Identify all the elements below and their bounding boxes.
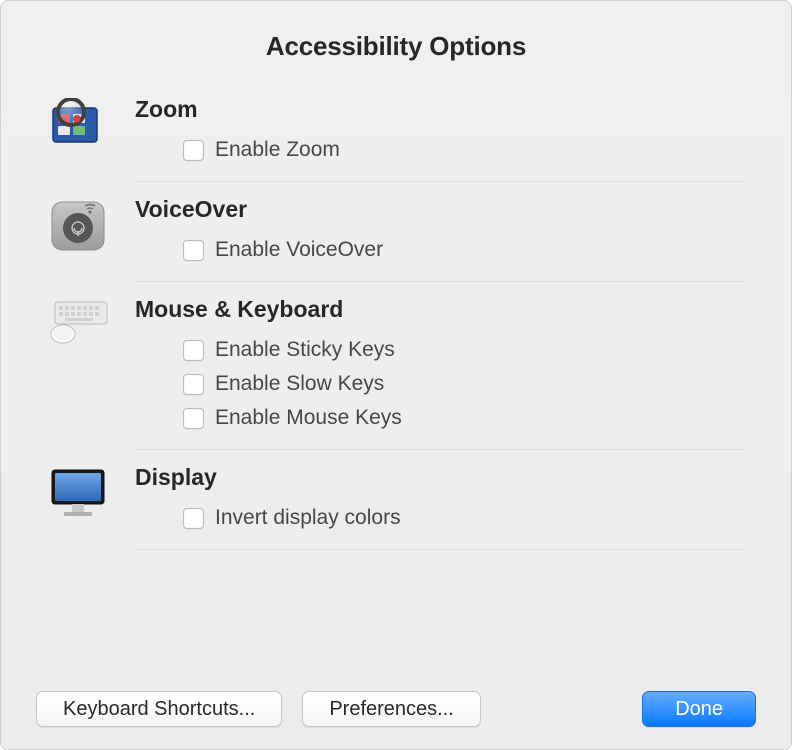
section-voiceover-title: VoiceOver bbox=[135, 196, 746, 223]
zoom-icon bbox=[46, 96, 110, 160]
label-enable-voiceover: Enable VoiceOver bbox=[215, 238, 383, 262]
option-invert-display-colors: Invert display colors bbox=[135, 501, 746, 535]
button-row: Keyboard Shortcuts... Preferences... Don… bbox=[36, 691, 756, 727]
checkbox-invert-display-colors[interactable] bbox=[183, 508, 204, 529]
dialog-title: Accessibility Options bbox=[46, 31, 746, 62]
section-mouse-keyboard: Mouse & Keyboard Enable Sticky Keys Enab… bbox=[46, 290, 746, 435]
display-icon bbox=[46, 464, 110, 528]
option-enable-sticky-keys: Enable Sticky Keys bbox=[135, 333, 746, 367]
divider bbox=[135, 181, 746, 182]
label-invert-display-colors: Invert display colors bbox=[215, 506, 401, 530]
label-enable-slow-keys: Enable Slow Keys bbox=[215, 372, 384, 396]
label-enable-zoom: Enable Zoom bbox=[215, 138, 340, 162]
section-display-title: Display bbox=[135, 464, 746, 491]
keyboard-shortcuts-button[interactable]: Keyboard Shortcuts... bbox=[36, 691, 282, 727]
section-display: Display Invert display colors bbox=[46, 458, 746, 535]
divider bbox=[135, 449, 746, 450]
section-zoom-title: Zoom bbox=[135, 96, 746, 123]
label-enable-sticky-keys: Enable Sticky Keys bbox=[215, 338, 395, 362]
divider bbox=[135, 281, 746, 282]
checkbox-enable-mouse-keys[interactable] bbox=[183, 408, 204, 429]
section-mouse-keyboard-title: Mouse & Keyboard bbox=[135, 296, 746, 323]
accessibility-options-dialog: Accessibility Options bbox=[0, 0, 792, 750]
option-enable-voiceover: Enable VoiceOver bbox=[135, 233, 746, 267]
divider bbox=[135, 549, 746, 550]
section-voiceover: VoiceOver Enable VoiceOver bbox=[46, 190, 746, 267]
section-zoom: Zoom Enable Zoom bbox=[46, 90, 746, 167]
option-enable-mouse-keys: Enable Mouse Keys bbox=[135, 401, 746, 435]
checkbox-enable-slow-keys[interactable] bbox=[183, 374, 204, 395]
option-enable-slow-keys: Enable Slow Keys bbox=[135, 367, 746, 401]
label-enable-mouse-keys: Enable Mouse Keys bbox=[215, 406, 402, 430]
checkbox-enable-sticky-keys[interactable] bbox=[183, 340, 204, 361]
option-enable-zoom: Enable Zoom bbox=[135, 133, 746, 167]
voiceover-icon bbox=[46, 196, 110, 260]
checkbox-enable-zoom[interactable] bbox=[183, 140, 204, 161]
preferences-button[interactable]: Preferences... bbox=[302, 691, 481, 727]
done-button[interactable]: Done bbox=[642, 691, 756, 727]
checkbox-enable-voiceover[interactable] bbox=[183, 240, 204, 261]
mouse-keyboard-icon bbox=[46, 296, 110, 360]
